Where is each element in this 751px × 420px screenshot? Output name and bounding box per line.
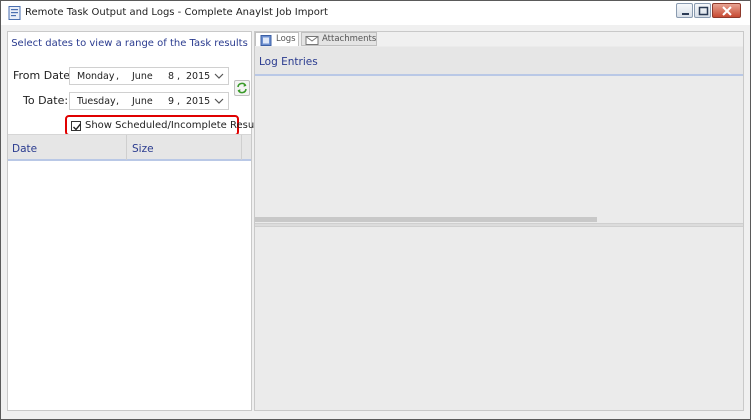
output-panel: Logs Attachments Log Entries xyxy=(254,31,744,411)
chevron-down-icon[interactable] xyxy=(213,95,225,107)
panel-instructions: Select dates to view a range of the Task… xyxy=(11,38,248,49)
maximize-icon xyxy=(698,6,709,16)
to-year: 2015 xyxy=(186,96,211,107)
document-icon xyxy=(8,6,21,20)
to-month: June xyxy=(132,96,153,107)
column-header-size[interactable]: Size xyxy=(132,143,154,155)
results-grid-header: Date Size xyxy=(8,134,251,161)
window-title: Remote Task Output and Logs - Complete A… xyxy=(25,7,328,18)
tab-logs[interactable]: Logs xyxy=(255,32,299,46)
close-icon xyxy=(722,6,732,16)
log-entries-title: Log Entries xyxy=(259,56,318,68)
from-month: June xyxy=(132,71,153,82)
envelope-icon xyxy=(305,36,319,45)
chevron-down-icon[interactable] xyxy=(213,70,225,82)
log-entries-header: Log Entries xyxy=(255,47,743,76)
to-date-picker[interactable]: Tuesday , June 9 , 2015 xyxy=(69,92,229,110)
to-weekday: Tuesday xyxy=(77,96,116,107)
to-separator: , xyxy=(116,96,120,107)
to-separator-2: , xyxy=(177,96,181,107)
column-header-date[interactable]: Date xyxy=(12,143,37,155)
title-bar[interactable]: Remote Task Output and Logs - Complete A… xyxy=(1,1,750,25)
tab-attachments[interactable]: Attachments xyxy=(301,32,377,46)
refresh-icon xyxy=(237,82,247,94)
from-separator-2: , xyxy=(177,71,181,82)
horizontal-scrollbar[interactable] xyxy=(255,217,597,222)
notebook-icon xyxy=(260,35,272,46)
from-date-label: From Date: xyxy=(13,69,74,82)
tab-bar: Logs Attachments xyxy=(255,32,743,46)
show-scheduled-checkbox-group[interactable]: Show Scheduled/Incomplete Results xyxy=(65,115,266,136)
from-date-picker[interactable]: Monday , June 8 , 2015 xyxy=(69,67,229,85)
from-day: 8 xyxy=(168,71,175,82)
column-divider[interactable] xyxy=(126,135,127,160)
from-separator: , xyxy=(116,71,120,82)
show-scheduled-checkbox[interactable] xyxy=(71,121,82,131)
checkmark-icon xyxy=(73,123,82,131)
tab-logs-label: Logs xyxy=(276,34,296,44)
close-button[interactable] xyxy=(712,3,741,18)
from-weekday: Monday xyxy=(77,71,115,82)
minimize-button[interactable] xyxy=(676,3,693,18)
results-range-panel: Select dates to view a range of the Task… xyxy=(7,31,266,411)
from-year: 2015 xyxy=(186,71,211,82)
maximize-button[interactable] xyxy=(694,3,711,18)
show-scheduled-label: Show Scheduled/Incomplete Results xyxy=(85,120,267,131)
column-divider[interactable] xyxy=(241,135,242,160)
tab-attachments-label: Attachments xyxy=(322,34,377,44)
to-date-label: To Date: xyxy=(23,94,69,107)
minimize-icon xyxy=(682,13,689,15)
refresh-button[interactable] xyxy=(234,80,250,96)
app-window: Remote Task Output and Logs - Complete A… xyxy=(0,0,751,420)
pane-splitter[interactable] xyxy=(255,223,743,227)
to-day: 9 xyxy=(168,96,175,107)
